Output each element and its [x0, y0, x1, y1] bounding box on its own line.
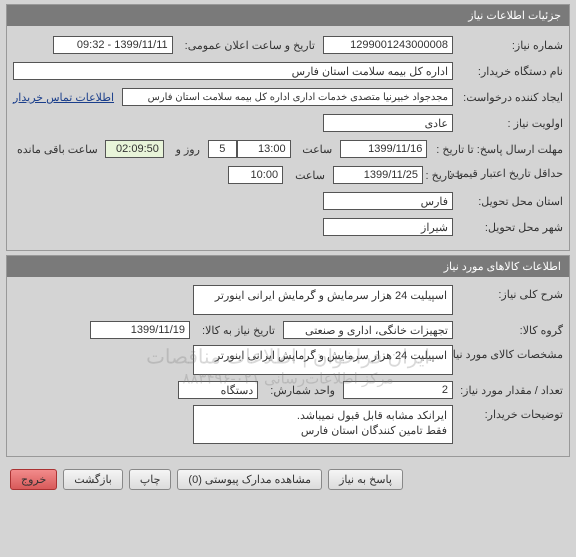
label-need-date: تاریخ نیاز به کالا: — [198, 324, 275, 337]
field-requester: مجدجواد خبیرنیا متصدی خدمات اداری اداره … — [122, 88, 453, 106]
attachments-button[interactable]: مشاهده مدارک پیوستی (0) — [177, 469, 322, 490]
field-need-no: 1299001243000008 — [323, 36, 453, 54]
field-need-date: 1399/11/19 — [90, 321, 190, 339]
field-priority: عادی — [323, 114, 453, 132]
back-button[interactable]: بازگشت — [63, 469, 123, 490]
label-day-and: روز و — [172, 143, 200, 156]
panel-body: شماره نیاز: 1299001243000008 تاریخ و ساع… — [7, 26, 569, 250]
label-remaining: ساعت باقی مانده — [13, 143, 98, 156]
need-details-panel: جزئیات اطلاعات نیاز شماره نیاز: 12990012… — [6, 4, 570, 251]
action-buttons: پاسخ به نیاز مشاهده مدارک پیوستی (0) چاپ… — [0, 461, 576, 502]
label-hour-1: ساعت — [298, 143, 332, 156]
label-buyer-org: نام دستگاه خریدار: — [453, 65, 563, 78]
field-buyer-org: اداره کل بیمه سلامت استان فارس — [13, 62, 453, 80]
label-hour-2: ساعت — [291, 169, 325, 182]
goods-info-panel: اطلاعات کالاهای مورد نیاز ایران فراخوان … — [6, 255, 570, 457]
label-to-date: تا تاریخ : — [423, 169, 463, 182]
field-remaining-time: 02:09:50 — [105, 140, 163, 158]
exit-button[interactable]: خروج — [10, 469, 57, 490]
panel-header: جزئیات اطلاعات نیاز — [7, 5, 569, 26]
label-goods-spec: مشخصات کالای مورد نیاز: — [453, 345, 563, 361]
field-deadline-date: 1399/11/16 — [340, 140, 427, 158]
field-goods-spec: اسپیلیت 24 هزار سرمایش و گرمایش ایرانی ا… — [193, 345, 453, 375]
reply-button[interactable]: پاسخ به نیاز — [328, 469, 403, 490]
label-deadline: مهلت ارسال پاسخ: تا تاریخ : — [427, 143, 563, 156]
panel-body-2: ایران فراخوان | اطلاعات مناقصات مرکز اطل… — [7, 277, 569, 456]
label-general-desc: شرح کلی نیاز: — [453, 285, 563, 301]
buyer-contact-link[interactable]: اطلاعات تماس خریدار — [13, 91, 114, 104]
field-deadline-time: 13:00 — [237, 140, 291, 158]
label-goods-group: گروه کالا: — [453, 324, 563, 337]
label-announce: تاریخ و ساعت اعلان عمومی: — [181, 39, 315, 52]
field-province: فارس — [323, 192, 453, 210]
field-announce: 1399/11/11 - 09:32 — [53, 36, 173, 54]
field-unit: دستگاه — [178, 381, 258, 399]
label-priority: اولویت نیاز : — [453, 117, 563, 130]
label-qty: تعداد / مقدار مورد نیاز: — [453, 384, 563, 397]
field-credit-date: 1399/11/25 — [333, 166, 423, 184]
field-city: شیراز — [323, 218, 453, 236]
panel-title: جزئیات اطلاعات نیاز — [468, 9, 561, 22]
field-general-desc: اسپیلیت 24 هزار سرمایش و گرمایش ایرانی ا… — [193, 285, 453, 315]
field-remaining-days: 5 — [208, 140, 237, 158]
panel-title-2: اطلاعات کالاهای مورد نیاز — [444, 260, 561, 273]
print-button[interactable]: چاپ — [129, 469, 172, 490]
label-buyer-notes: توضیحات خریدار: — [453, 405, 563, 421]
label-min-credit: حداقل تاریخ اعتبار قیمت: — [463, 168, 563, 181]
label-requester: ایجاد کننده درخواست: — [453, 91, 563, 104]
label-province: استان محل تحویل: — [453, 195, 563, 208]
field-qty: 2 — [343, 381, 453, 399]
field-credit-time: 10:00 — [228, 166, 283, 184]
panel-header-2: اطلاعات کالاهای مورد نیاز — [7, 256, 569, 277]
label-unit: واحد شمارش: — [266, 384, 335, 397]
field-goods-group: تجهیزات خانگی، اداری و صنعتی — [283, 321, 453, 339]
label-city: شهر محل تحویل: — [453, 221, 563, 234]
field-buyer-notes: ایرانکد مشابه قابل قبول نمیباشد. فقط تام… — [193, 405, 453, 444]
label-need-no: شماره نیاز: — [453, 39, 563, 52]
